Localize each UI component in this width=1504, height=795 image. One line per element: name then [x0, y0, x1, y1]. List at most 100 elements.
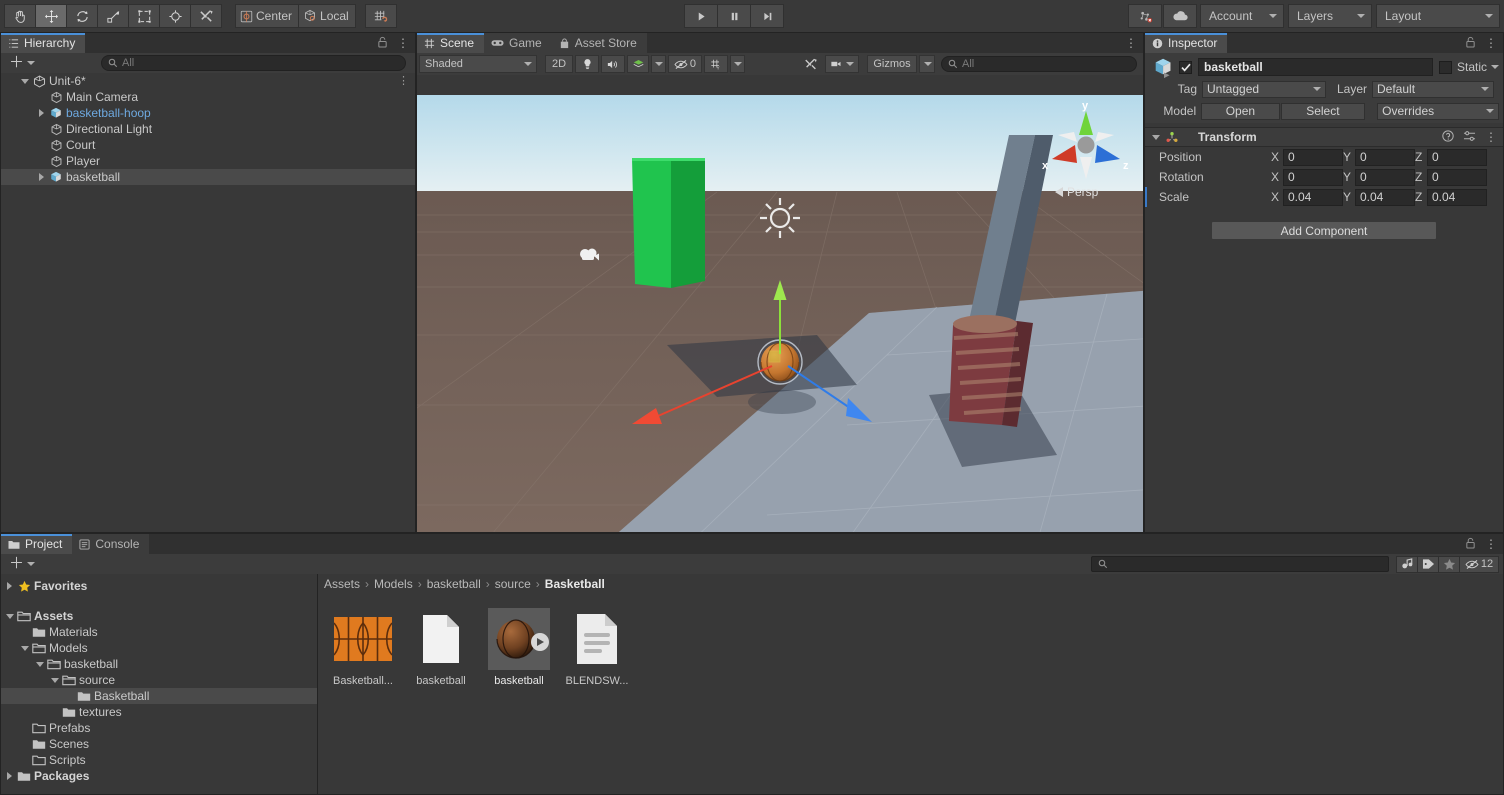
- scene-orientation-gizmo[interactable]: x z y Persp: [1033, 95, 1139, 210]
- transform-tool-button[interactable]: [159, 4, 191, 28]
- cloud-button[interactable]: [1163, 4, 1197, 28]
- asset-item[interactable]: basketball: [402, 604, 480, 687]
- hierarchy-tree[interactable]: Unit-6* ⋮ Main Camera basketball-hoop Direct…: [1, 73, 415, 532]
- add-component-button[interactable]: Add Component: [1211, 221, 1437, 240]
- transform-rotation-z-input[interactable]: 0: [1427, 168, 1487, 186]
- gameobject-name-input[interactable]: basketball: [1198, 58, 1433, 76]
- model-select-button[interactable]: Select: [1280, 102, 1366, 120]
- layout-dropdown[interactable]: Layout: [1376, 4, 1500, 28]
- static-toggle[interactable]: Static: [1438, 60, 1499, 74]
- scene-component-tools-button[interactable]: [799, 55, 823, 73]
- project-menu-icon[interactable]: ⋮: [1485, 538, 1497, 550]
- pause-button[interactable]: [717, 4, 751, 28]
- hierarchy-item-main-camera[interactable]: Main Camera: [1, 89, 415, 105]
- scene-visibility-button[interactable]: 0: [668, 55, 702, 73]
- hierarchy-item-unit-6-[interactable]: Unit-6* ⋮: [1, 73, 415, 89]
- account-dropdown[interactable]: Account: [1200, 4, 1284, 28]
- transform-position-x[interactable]: X0: [1271, 148, 1343, 166]
- layer-dropdown[interactable]: Default: [1372, 80, 1494, 98]
- hierarchy-menu-icon[interactable]: ⋮: [397, 37, 409, 49]
- draw-mode-dropdown[interactable]: Shaded: [419, 55, 537, 73]
- lock-icon[interactable]: [1465, 36, 1476, 51]
- scene-grid-dropdown[interactable]: [730, 55, 745, 73]
- filter-by-label-button[interactable]: [1417, 555, 1439, 573]
- project-search-input[interactable]: [1091, 556, 1389, 572]
- move-tool-button[interactable]: [35, 4, 67, 28]
- transform-scale-z[interactable]: Z 0.04: [1415, 188, 1487, 206]
- project-tree-item-source[interactable]: source: [1, 672, 317, 688]
- breadcrumb-item-models[interactable]: Models: [374, 577, 413, 591]
- tab-hierarchy[interactable]: Hierarchy: [1, 33, 86, 53]
- project-tree-item-scripts[interactable]: Scripts: [1, 752, 317, 768]
- handle-space-button[interactable]: Local: [298, 4, 356, 28]
- project-tree-item-materials[interactable]: Materials: [1, 624, 317, 640]
- chevron-down-icon[interactable]: [48, 677, 61, 683]
- scale-tool-button[interactable]: [97, 4, 129, 28]
- breadcrumb-item-basketball[interactable]: Basketball: [545, 577, 605, 591]
- chevron-down-icon[interactable]: [3, 613, 16, 619]
- hand-tool-button[interactable]: [4, 4, 36, 28]
- transform-menu-icon[interactable]: ⋮: [1485, 131, 1497, 143]
- asset-item[interactable]: Basketball...: [324, 604, 402, 687]
- scene-fx-button[interactable]: [627, 55, 649, 73]
- breadcrumb-item-assets[interactable]: Assets: [324, 577, 360, 591]
- scene-fx-dropdown[interactable]: [651, 55, 666, 73]
- project-folder-tree[interactable]: Favorites Assets Materials Models basketball…: [1, 574, 317, 794]
- transform-scale-z-input[interactable]: 0.04: [1427, 188, 1487, 206]
- transform-rotation-y[interactable]: Y0: [1343, 168, 1415, 186]
- tab-inspector[interactable]: Inspector: [1145, 33, 1228, 53]
- tab-asset-store[interactable]: Asset Store: [551, 33, 647, 53]
- transform-position-z-input[interactable]: 0: [1427, 148, 1487, 166]
- help-icon[interactable]: [1442, 129, 1454, 145]
- hierarchy-row-menu-icon[interactable]: ⋮: [398, 76, 409, 87]
- filter-by-type-button[interactable]: [1396, 555, 1418, 573]
- chevron-right-icon[interactable]: [35, 173, 48, 181]
- create-gameobject-button[interactable]: ＋: [5, 55, 39, 70]
- transform-position-y-input[interactable]: 0: [1355, 148, 1415, 166]
- transform-rotation-x-input[interactable]: 0: [1283, 168, 1343, 186]
- transform-rotation-z[interactable]: Z0: [1415, 168, 1487, 186]
- tab-project[interactable]: Project: [1, 534, 73, 554]
- project-tree-item-textures[interactable]: textures: [1, 704, 317, 720]
- transform-position-x-input[interactable]: 0: [1283, 148, 1343, 166]
- chevron-right-icon[interactable]: [3, 582, 16, 590]
- tab-console[interactable]: Console: [72, 534, 150, 554]
- collab-button[interactable]: [1128, 4, 1162, 28]
- breadcrumb-item-source[interactable]: source: [495, 577, 531, 591]
- tab-game[interactable]: Game: [484, 33, 552, 53]
- step-button[interactable]: [750, 4, 784, 28]
- project-tree-item-models[interactable]: Models: [1, 640, 317, 656]
- project-tree-item-packages[interactable]: Packages: [1, 768, 317, 784]
- inspector-menu-icon[interactable]: ⋮: [1485, 37, 1497, 49]
- static-checkbox[interactable]: [1438, 60, 1452, 74]
- chevron-down-icon[interactable]: [18, 78, 31, 84]
- breadcrumb-item-basketball[interactable]: basketball: [427, 577, 481, 591]
- asset-item[interactable]: basketball: [480, 604, 558, 687]
- hierarchy-item-court[interactable]: Court: [1, 137, 415, 153]
- scene-camera-button[interactable]: [825, 55, 859, 73]
- gameobject-enabled-checkbox[interactable]: [1179, 60, 1192, 74]
- transform-position-z[interactable]: Z0: [1415, 148, 1487, 166]
- scene-audio-button[interactable]: [601, 55, 625, 73]
- transform-scale-y[interactable]: Y 0.04: [1343, 188, 1415, 206]
- pivot-mode-button[interactable]: Center: [235, 4, 300, 28]
- hierarchy-item-basketball[interactable]: basketball: [1, 169, 415, 185]
- hierarchy-item-directional-light[interactable]: Directional Light: [1, 121, 415, 137]
- layers-dropdown[interactable]: Layers: [1288, 4, 1372, 28]
- chevron-down-icon[interactable]: [33, 661, 46, 667]
- hierarchy-search-input[interactable]: All: [101, 55, 407, 71]
- project-tree-item-favorites[interactable]: Favorites: [1, 578, 317, 594]
- scene-search-input[interactable]: All: [941, 56, 1137, 72]
- favorites-filter-button[interactable]: [1438, 555, 1460, 573]
- chevron-down-icon[interactable]: [1149, 134, 1162, 140]
- hierarchy-item-player[interactable]: Player: [1, 153, 415, 169]
- asset-item[interactable]: BLENDSW...: [558, 604, 636, 687]
- hidden-assets-count-button[interactable]: 12: [1459, 555, 1499, 573]
- transform-scale-x-input[interactable]: 0.04: [1283, 188, 1343, 206]
- create-asset-button[interactable]: ＋: [5, 556, 39, 571]
- grid-snap-button[interactable]: [364, 4, 397, 28]
- project-tree-item-scenes[interactable]: Scenes: [1, 736, 317, 752]
- gizmos-dropdown[interactable]: [919, 55, 935, 73]
- project-tree-item-basketball[interactable]: basketball: [1, 656, 317, 672]
- transform-rotation-y-input[interactable]: 0: [1355, 168, 1415, 186]
